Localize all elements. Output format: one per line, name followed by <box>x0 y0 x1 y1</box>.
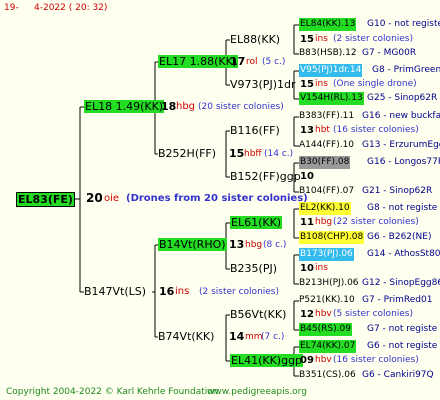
g4-year: 15 <box>300 79 314 90</box>
g3-queen[interactable]: B152(FF)ggp <box>230 170 301 183</box>
g4-info: G7 - MG00R <box>362 48 417 58</box>
g4-race: ins <box>315 34 328 44</box>
g4-info: G7 - not registe <box>367 324 438 334</box>
g4-queen[interactable]: EL84(KK).13 <box>299 18 357 31</box>
g4-info: G7 - PrimRed01 <box>362 295 433 305</box>
g4-queen[interactable]: B104(FF).07 <box>299 185 354 198</box>
g4-info: G25 - Sinop62R <box>367 93 438 103</box>
g1-race: hbg <box>176 101 196 112</box>
g2-race: rol <box>246 57 258 67</box>
header-page: 19- <box>4 3 19 13</box>
g4-info: G8 - PrimGreen00 <box>372 65 440 75</box>
g2-year: 15 <box>229 147 245 160</box>
g4-info: G6 - B262(NE) <box>367 232 432 242</box>
g4-year: 10 <box>300 263 314 274</box>
g4-year: 15 <box>300 34 314 45</box>
g3-queen[interactable]: B116(FF) <box>230 124 280 137</box>
g4-info: G10 - not registe <box>367 19 440 29</box>
g4-queen[interactable]: B351(CS).06 <box>299 369 356 382</box>
g4-queen[interactable]: B173(PJ).06 <box>299 248 354 261</box>
g4-race: hbv <box>315 355 332 365</box>
g4-info: G6 - Cankiri97Q <box>362 370 434 380</box>
g4-race: ins <box>315 79 328 89</box>
g2-queen[interactable]: B14Vt(RHO) <box>158 238 227 251</box>
g4-year: 11 <box>300 217 314 228</box>
g4-note: (2 sister colonies) <box>333 34 414 44</box>
g2-note: (7 c.) <box>261 332 285 342</box>
g4-info: G8 - not registe <box>367 203 438 213</box>
g2-queen[interactable]: EL17 1.88(KK) <box>158 55 239 68</box>
footer-site[interactable]: www.pedigreeapis.org <box>207 386 307 399</box>
pedigree-chart: { "colors": {"green":"#22dd22","yellow":… <box>0 0 440 400</box>
g3-queen[interactable]: EL61(KK) <box>230 216 283 229</box>
g1-year: 16 <box>159 285 175 298</box>
g1-queen[interactable]: B147Vt(LS) <box>84 285 146 298</box>
g3-queen[interactable]: EL88(KK) <box>230 33 280 46</box>
g4-note: (16 sister colonies) <box>333 355 419 365</box>
g4-info: G12 - SinopEgg86R <box>362 278 440 288</box>
g4-queen[interactable]: V154H(RL).13 <box>299 92 364 105</box>
g1-year: 18 <box>161 100 177 113</box>
g4-race: hbt <box>315 125 330 135</box>
g1-queen[interactable]: EL18 1.49(KK) <box>84 100 165 113</box>
g4-queen[interactable]: A144(FF).10 <box>299 139 354 152</box>
g3-queen[interactable]: B56Vt(KK) <box>230 308 286 321</box>
root-note: (Drones from 20 sister colonies) <box>126 193 308 204</box>
g4-year: 10 <box>300 171 314 182</box>
header-date: 4-2022 ( 20: 32) <box>34 3 108 13</box>
g4-race: hbg <box>315 217 333 227</box>
g3-queen[interactable]: EL41(KK)ggp <box>230 354 304 367</box>
g4-race: hbv <box>315 309 332 319</box>
g4-queen[interactable]: B213H(PJ).06 <box>299 277 359 290</box>
g4-info: G14 - AthosSt80R <box>367 249 440 259</box>
g2-note: (14 c.) <box>264 149 294 159</box>
g4-note: (22 sister colonies) <box>333 217 419 227</box>
g2-note: (8 c.) <box>263 240 287 250</box>
g4-queen[interactable]: B108(CHP).08 <box>299 231 365 244</box>
g4-race: ins <box>315 263 328 273</box>
root-queen[interactable]: EL83(FE) <box>16 192 75 207</box>
g4-queen[interactable]: B383(FF).11 <box>299 110 354 123</box>
g4-queen[interactable]: EL2(KK).10 <box>299 202 351 215</box>
g4-note: (16 sister colonies) <box>333 125 419 135</box>
g4-note: (One single drone) <box>333 79 417 89</box>
g4-note: (5 sister colonies) <box>333 309 414 319</box>
g2-note: (5 c.) <box>262 57 286 67</box>
g4-info: G13 - ErzurumEgg8 <box>362 140 440 150</box>
g4-queen[interactable]: B83(HSB).12 <box>299 47 357 60</box>
g4-year: 09 <box>300 355 314 366</box>
g4-queen[interactable]: B45(RS).09 <box>299 323 352 336</box>
g4-queen[interactable]: B30(FF).08 <box>299 156 351 169</box>
g2-race: mm <box>245 332 263 342</box>
root-race: oie <box>104 193 120 204</box>
g1-note: (20 sister colonies) <box>198 102 284 112</box>
g2-year: 13 <box>229 238 245 251</box>
g2-queen[interactable]: B252H(FF) <box>158 147 216 160</box>
g4-queen[interactable]: P521(KK).10 <box>299 294 355 307</box>
g4-year: 12 <box>300 309 314 320</box>
g4-year: 13 <box>300 125 314 136</box>
g2-year: 17 <box>230 55 246 68</box>
g2-queen[interactable]: B74Vt(KK) <box>158 330 214 343</box>
g2-race: hbg <box>245 240 263 250</box>
footer-copyright: Copyright 2004-2022 © Karl Kehrle Founda… <box>6 387 219 397</box>
g4-info: G16 - Longos77R <box>367 157 440 167</box>
g4-info: G16 - new buckfas <box>362 111 440 121</box>
g3-queen[interactable]: V973(PJ)1dr <box>230 78 295 91</box>
g2-year: 14 <box>229 330 245 343</box>
g1-note: (2 sister colonies) <box>199 287 280 297</box>
g4-queen[interactable]: EL74(KK).07 <box>299 340 357 353</box>
g2-race: hbff <box>244 149 262 159</box>
g4-info: G6 - not registe <box>367 341 438 351</box>
g1-race: ins <box>175 286 190 297</box>
g3-queen[interactable]: B235(PJ) <box>230 262 277 275</box>
root-year: 20 <box>86 191 103 205</box>
g4-info: G21 - Sinop62R <box>362 186 433 196</box>
g4-queen[interactable]: V95(PJ)1dr.14 <box>299 64 363 77</box>
